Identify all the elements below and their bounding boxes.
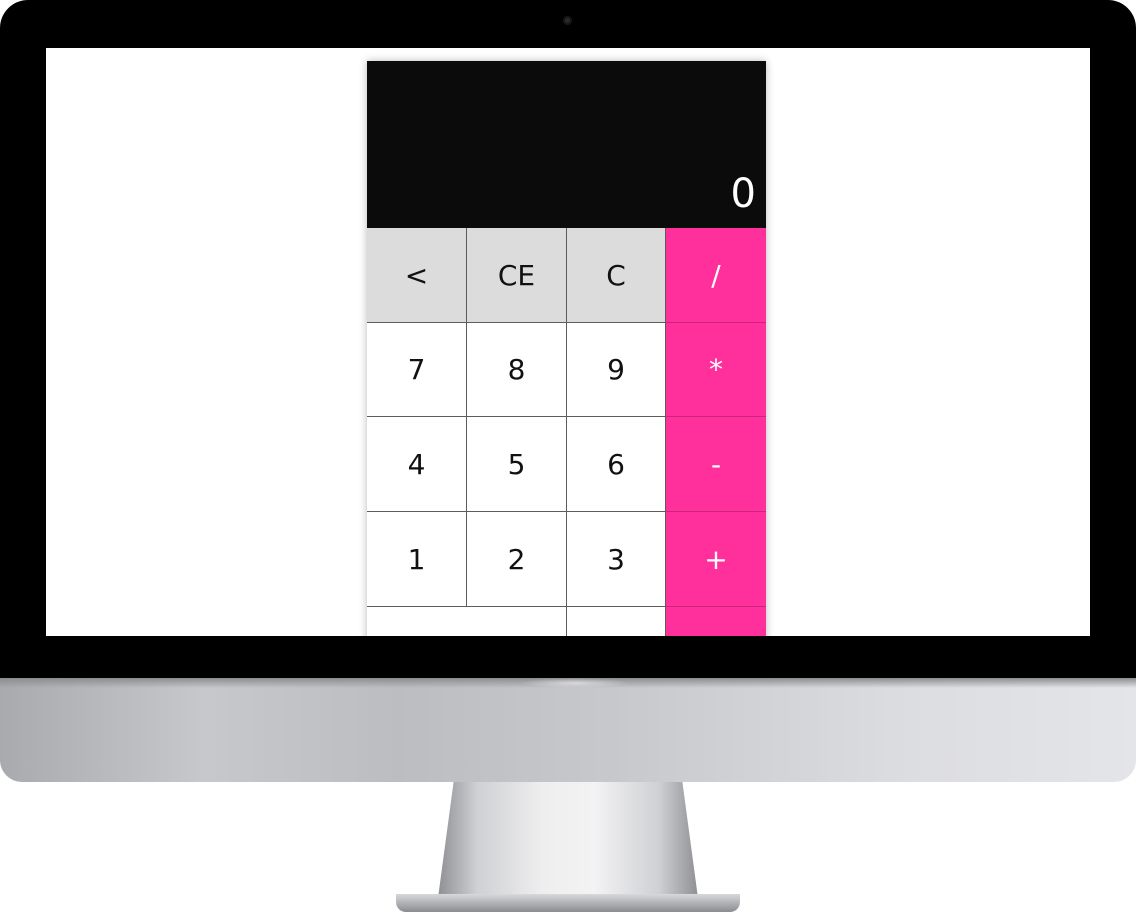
digit-1-button[interactable]: 1	[367, 512, 467, 607]
monitor-stand-foot	[396, 894, 740, 912]
monitor-stand-neck	[438, 782, 698, 898]
divide-button[interactable]: /	[666, 228, 766, 323]
calculator: 0 < CE C / 7 8 9 * 4 5 6 - 1 2 3 +	[367, 61, 766, 636]
subtract-button[interactable]: -	[666, 417, 766, 512]
digit-4-button[interactable]: 4	[367, 417, 467, 512]
monitor-chin	[0, 678, 1136, 782]
row5-operator-button[interactable]	[666, 607, 766, 636]
camera-icon	[563, 16, 572, 25]
clear-button[interactable]: C	[567, 228, 666, 323]
calculator-display: 0	[367, 61, 766, 228]
display-value: 0	[730, 171, 756, 217]
row5-mid-button[interactable]	[567, 607, 666, 636]
digit-3-button[interactable]: 3	[567, 512, 666, 607]
digit-7-button[interactable]: 7	[367, 323, 467, 417]
monitor-screen: 0 < CE C / 7 8 9 * 4 5 6 - 1 2 3 +	[46, 48, 1090, 636]
clear-entry-button[interactable]: CE	[467, 228, 567, 323]
digit-2-button[interactable]: 2	[467, 512, 567, 607]
chin-glare	[520, 678, 630, 688]
digit-6-button[interactable]: 6	[567, 417, 666, 512]
digit-9-button[interactable]: 9	[567, 323, 666, 417]
calculator-keypad: < CE C / 7 8 9 * 4 5 6 - 1 2 3 +	[367, 228, 766, 636]
digit-8-button[interactable]: 8	[467, 323, 567, 417]
digit-5-button[interactable]: 5	[467, 417, 567, 512]
multiply-button[interactable]: *	[666, 323, 766, 417]
add-button[interactable]: +	[666, 512, 766, 607]
backspace-button[interactable]: <	[367, 228, 467, 323]
row5-wide-button[interactable]	[367, 607, 567, 636]
